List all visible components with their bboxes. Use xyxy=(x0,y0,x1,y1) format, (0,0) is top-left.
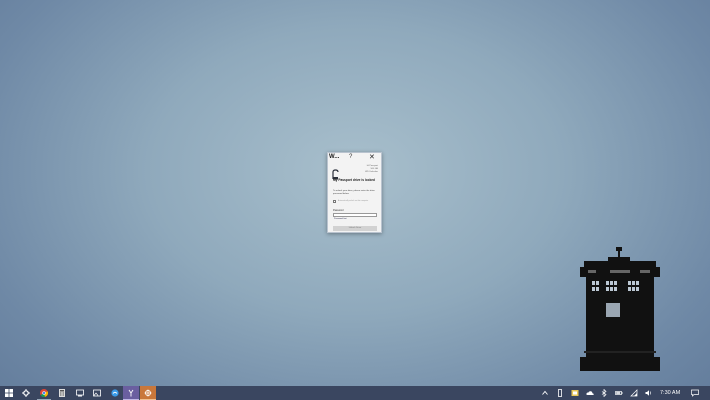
password-hint-link[interactable]: Password hint xyxy=(334,218,347,220)
app-icon-orange xyxy=(144,389,152,396)
tray-device[interactable] xyxy=(555,386,565,400)
drive-info: Hi Passport 500 GB WD Unlocker xyxy=(365,165,378,173)
tray-security[interactable] xyxy=(569,386,581,400)
notification-icon xyxy=(691,389,699,397)
password-input[interactable] xyxy=(333,213,377,217)
app-icon-active xyxy=(128,389,134,396)
drive-info-line-3: WD Unlocker xyxy=(365,170,378,173)
calculator-icon xyxy=(59,389,65,397)
taskbar-photos[interactable] xyxy=(90,386,104,400)
windows-start-icon xyxy=(5,389,13,397)
chrome-icon xyxy=(40,388,48,397)
tray-onedrive[interactable] xyxy=(584,386,596,400)
taskbar-settings[interactable] xyxy=(19,386,33,400)
chevron-up-icon xyxy=(542,390,548,395)
tray-show-hidden[interactable] xyxy=(540,386,550,400)
taskbar-explorer[interactable] xyxy=(73,386,87,400)
close-button[interactable]: ✕ xyxy=(369,153,375,161)
tray-volume[interactable] xyxy=(643,386,655,400)
tray-wifi[interactable] xyxy=(628,386,640,400)
explorer-icon xyxy=(76,389,84,397)
tardis-wallpaper-image xyxy=(580,247,660,371)
edge-icon xyxy=(111,389,119,397)
dialog-title: W... xyxy=(329,154,340,160)
settings-icon xyxy=(22,389,30,397)
phone-icon xyxy=(558,389,562,397)
tray-bluetooth[interactable] xyxy=(599,386,609,400)
wd-unlock-dialog: W... ? ✕ Hi Passport 500 GB WD Unlocker … xyxy=(327,152,382,233)
taskbar: 7:30 AM xyxy=(0,386,710,400)
password-label: Password xyxy=(333,209,344,212)
tray-notifications[interactable] xyxy=(688,386,702,400)
auto-unlock-checkbox[interactable]: Automatically unlock on this computer xyxy=(333,199,379,205)
taskbar-calculator[interactable] xyxy=(55,386,69,400)
checkbox-box[interactable] xyxy=(333,200,336,203)
battery-icon xyxy=(615,391,623,395)
bluetooth-icon xyxy=(601,389,607,397)
taskbar-edge[interactable] xyxy=(108,386,122,400)
taskbar-app-orange[interactable] xyxy=(140,386,156,400)
help-button[interactable]: ? xyxy=(349,154,352,160)
taskbar-app-active[interactable] xyxy=(123,386,139,400)
checkbox-label: Automatically unlock on this computer xyxy=(338,200,369,202)
tray-clock[interactable]: 7:30 AM xyxy=(660,386,680,400)
taskbar-chrome[interactable] xyxy=(37,386,51,400)
dialog-instruction: To unlock your drive, please enter the d… xyxy=(333,190,375,195)
dialog-heading: My Passport drive is locked xyxy=(333,178,375,182)
security-icon xyxy=(571,390,579,396)
wifi-icon xyxy=(630,389,638,397)
unlock-drive-button[interactable]: Unlock Drive xyxy=(333,226,377,231)
photos-icon xyxy=(93,389,101,397)
start-button[interactable] xyxy=(2,386,16,400)
volume-icon xyxy=(645,390,652,396)
tray-battery[interactable] xyxy=(613,386,625,400)
cloud-icon xyxy=(586,391,594,395)
